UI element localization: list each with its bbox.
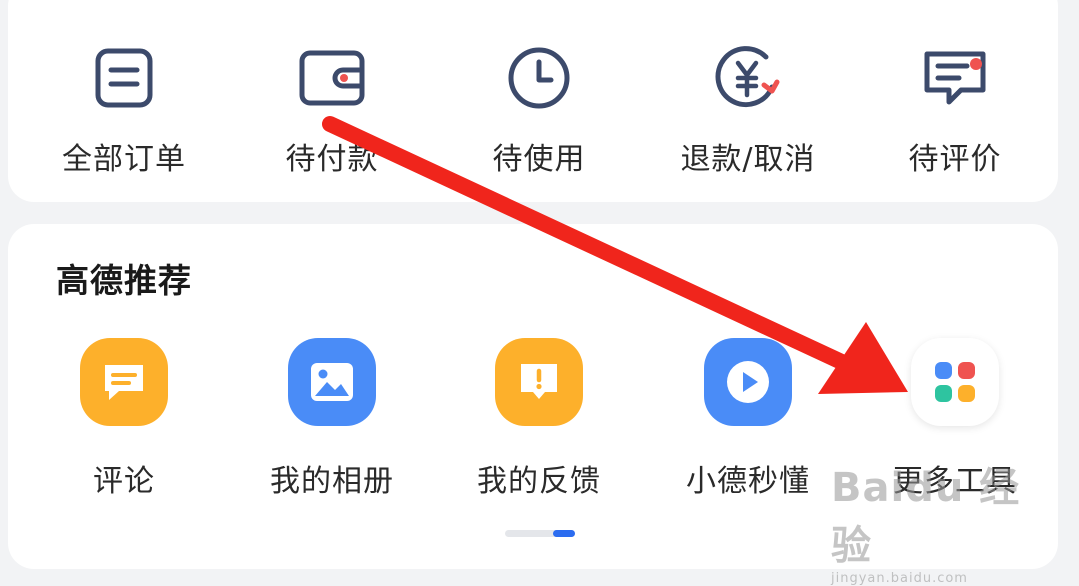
order-to-use-button[interactable]: 待使用 xyxy=(439,38,639,178)
page-indicator xyxy=(505,530,575,537)
order-to-review-button[interactable]: 待评价 xyxy=(855,38,1055,178)
comment-label: 评论 xyxy=(93,464,155,499)
comment-icon xyxy=(80,338,168,426)
order-to-review-label: 待评价 xyxy=(908,142,1002,177)
more-tools-icon xyxy=(911,338,999,426)
xiaode-explain-label: 小德秒懂 xyxy=(686,464,810,499)
order-all-button[interactable]: 全部订单 xyxy=(24,38,224,178)
order-refund-button[interactable]: 退款/取消 xyxy=(648,38,848,178)
feedback-icon xyxy=(495,338,583,426)
album-icon xyxy=(288,338,376,426)
order-refund-label: 退款/取消 xyxy=(680,142,816,177)
order-to-use-label: 待使用 xyxy=(492,142,586,177)
order-list-icon xyxy=(84,38,164,118)
album-button[interactable]: 我的相册 xyxy=(232,338,432,500)
order-pending-payment-button[interactable]: 待付款 xyxy=(232,38,432,178)
watermark-url: jingyan.baidu.com xyxy=(831,571,968,586)
comment-button[interactable]: 评论 xyxy=(24,338,224,500)
order-all-label: 全部订单 xyxy=(62,142,186,177)
clock-icon xyxy=(499,38,579,118)
album-label: 我的相册 xyxy=(270,464,394,499)
wallet-icon xyxy=(292,38,372,118)
watermark-brand: Baidu 经验 xyxy=(831,465,1021,569)
watermark: Baidu 经验 jingyan.baidu.com xyxy=(831,455,1021,586)
refund-yen-icon xyxy=(708,38,788,118)
xiaode-explain-button[interactable]: 小德秒懂 xyxy=(648,338,848,500)
section-title: 高德推荐 xyxy=(56,261,192,300)
feedback-button[interactable]: 我的反馈 xyxy=(439,338,639,500)
review-message-icon xyxy=(915,38,995,118)
feedback-label: 我的反馈 xyxy=(477,464,601,499)
page-indicator-active xyxy=(553,530,575,537)
play-icon xyxy=(704,338,792,426)
order-pending-payment-label: 待付款 xyxy=(285,142,379,177)
orders-card: 全部订单 待付款 待使用 退款/取消 待评价 xyxy=(8,0,1058,202)
